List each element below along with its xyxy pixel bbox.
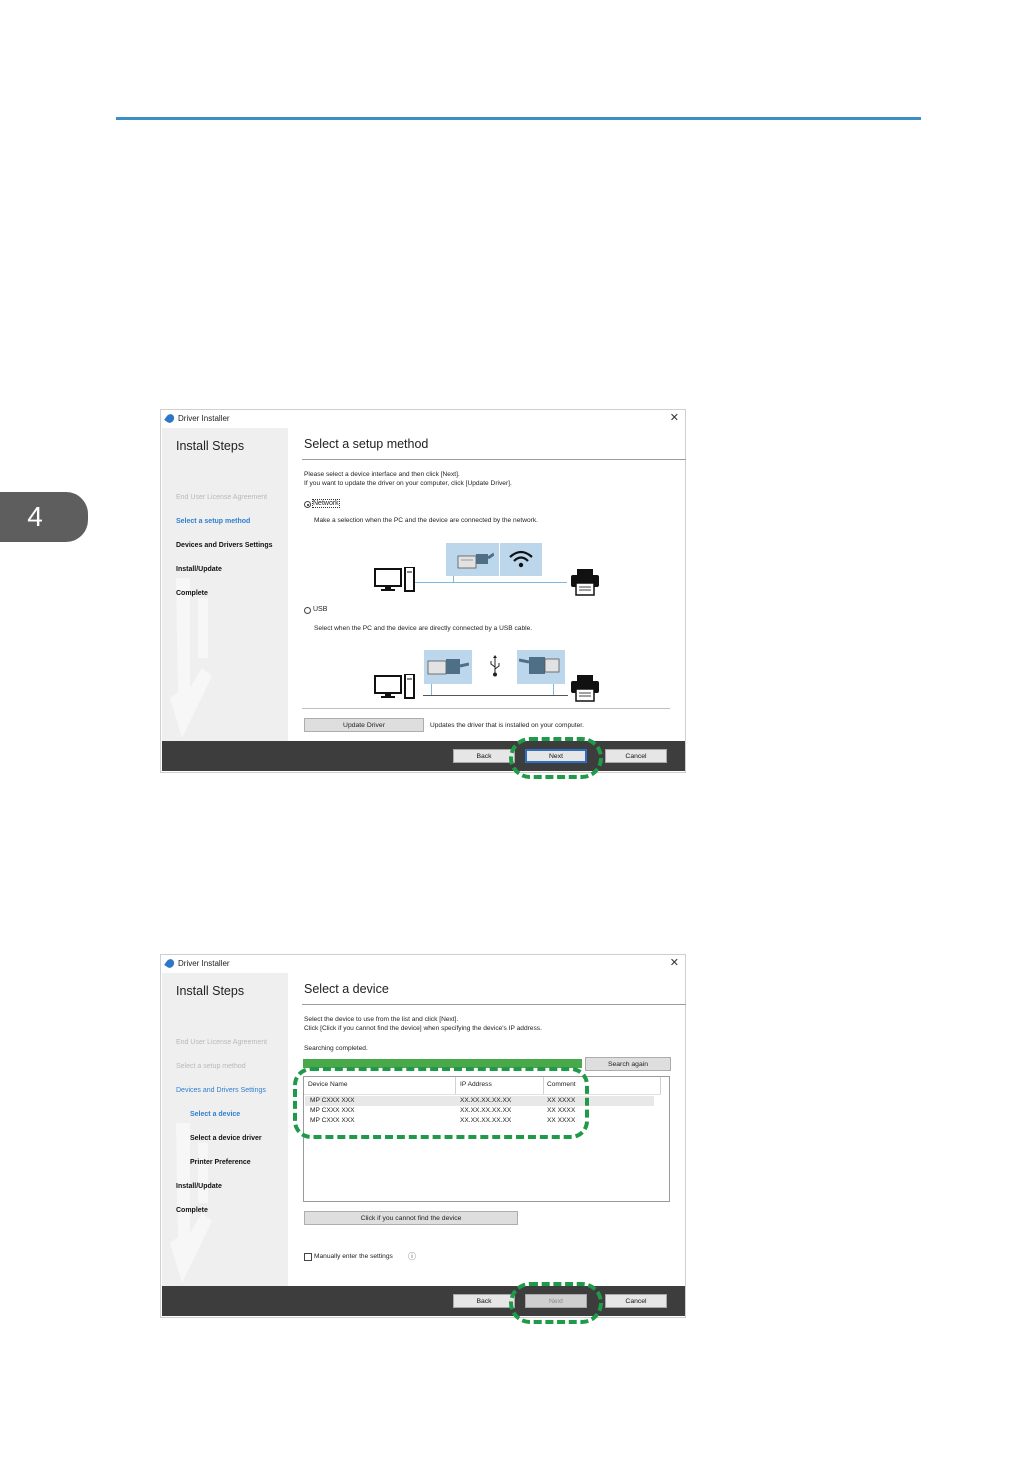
close-icon[interactable]: ✕: [670, 956, 679, 969]
install-steps-sidebar: Install Steps End User License Agreement…: [162, 428, 288, 743]
step-license-agreement: End User License Agreement: [176, 494, 268, 501]
page-heading: Select a setup method: [304, 437, 429, 451]
comment-cell: XX XXXX: [547, 1117, 576, 1124]
instruction-line-1: Please select a device interface and the…: [304, 471, 460, 478]
table-row[interactable]: MP CXXX XXX XX.XX.XX.XX.XX XX XXXX: [305, 1106, 654, 1116]
network-radio[interactable]: [304, 501, 311, 508]
search-progress-bar: [303, 1059, 582, 1068]
page-header-rule: [116, 117, 921, 120]
network-wire: [414, 582, 567, 583]
info-icon[interactable]: ⓘ: [408, 1251, 416, 1262]
step-install-update: Install/Update: [176, 1183, 222, 1190]
table-row[interactable]: MP CXXX XXX XX.XX.XX.XX.XX XX XXXX: [305, 1116, 654, 1126]
step-select-device: Select a device: [190, 1111, 241, 1118]
usb-b-plug-icon: [519, 657, 560, 674]
back-button[interactable]: Back: [453, 1294, 515, 1308]
table-row[interactable]: MP CXXX XXX XX.XX.XX.XX.XX XX XXXX: [305, 1096, 654, 1106]
chapter-tab: 4: [0, 492, 88, 542]
instruction-line-1: Select the device to use from the list a…: [304, 1016, 459, 1023]
page-heading: Select a device: [304, 982, 389, 996]
usb-description: Select when the PC and the device are di…: [314, 625, 533, 632]
step-select-device-driver: Select a device driver: [190, 1135, 262, 1142]
wizard-footer: Back Next Cancel: [162, 1286, 685, 1316]
usb-radio[interactable]: [304, 607, 311, 614]
driver-installer-window-select-device: Driver Installer ✕ Install Steps End Use…: [160, 954, 686, 1318]
step-printer-preference: Printer Preference: [190, 1159, 251, 1166]
sidebar-decoration-icon: [170, 578, 212, 738]
network-description: Make a selection when the PC and the dev…: [314, 517, 538, 524]
cannot-find-device-button[interactable]: Click if you cannot find the device: [304, 1211, 518, 1225]
driver-installer-icon: [164, 412, 176, 425]
update-driver-button[interactable]: Update Driver: [304, 718, 424, 732]
comment-cell: XX XXXX: [547, 1097, 576, 1104]
callout-pointer: [453, 576, 454, 582]
ip-address-cell: XX.XX.XX.XX.XX: [460, 1117, 512, 1124]
search-status: Searching completed.: [304, 1045, 368, 1052]
step-devices-drivers-settings: Devices and Drivers Settings: [176, 542, 273, 549]
wizard-footer: Back Next Cancel: [162, 741, 685, 771]
column-header-comment[interactable]: Comment: [547, 1081, 576, 1088]
usb-radio-label[interactable]: USB: [313, 606, 327, 613]
usb-a-pointer: [431, 684, 432, 695]
title-bar: Driver Installer ✕: [161, 410, 685, 428]
printer-icon-usb: [571, 675, 599, 702]
driver-installer-window-setup-method: Driver Installer ✕ Install Steps End Use…: [160, 409, 686, 773]
sidebar-title: Install Steps: [176, 984, 245, 998]
manual-settings-checkbox[interactable]: [304, 1253, 312, 1261]
lower-divider: [302, 708, 670, 709]
column-separator: [660, 1077, 661, 1094]
window-title: Driver Installer: [178, 414, 230, 423]
column-separator: [455, 1077, 456, 1094]
sidebar-title: Install Steps: [176, 439, 245, 453]
heading-divider: [302, 1004, 686, 1005]
ip-address-cell: XX.XX.XX.XX.XX: [460, 1107, 512, 1114]
device-list[interactable]: Device Name IP Address Comment MP CXXX X…: [303, 1076, 670, 1202]
next-button[interactable]: Next: [525, 749, 587, 763]
ip-address-cell: XX.XX.XX.XX.XX: [460, 1097, 512, 1104]
device-name-cell: MP CXXX XXX: [310, 1107, 355, 1114]
search-again-button[interactable]: Search again: [585, 1057, 671, 1071]
usb-symbol-icon: [490, 655, 500, 677]
step-license-agreement: End User License Agreement: [176, 1039, 268, 1046]
step-complete: Complete: [176, 590, 208, 597]
install-steps-sidebar: Install Steps End User License Agreement…: [162, 973, 288, 1288]
step-select-setup-method: Select a setup method: [176, 1063, 246, 1070]
manual-settings-label[interactable]: Manually enter the settings: [314, 1253, 393, 1260]
usb-cable: [423, 695, 568, 696]
step-complete: Complete: [176, 1207, 208, 1214]
back-button[interactable]: Back: [453, 749, 515, 763]
sidebar-decoration-icon: [170, 1123, 212, 1283]
column-header-ip-address[interactable]: IP Address: [460, 1081, 492, 1088]
chapter-number: 4: [27, 501, 43, 532]
cancel-button[interactable]: Cancel: [605, 749, 667, 763]
network-radio-label[interactable]: Network: [312, 499, 340, 508]
computer-icon-usb: [374, 674, 415, 699]
device-name-cell: MP CXXX XXX: [310, 1117, 355, 1124]
driver-installer-icon: [164, 957, 176, 970]
usb-b-pointer: [553, 684, 554, 695]
title-bar: Driver Installer ✕: [161, 955, 685, 973]
next-button[interactable]: Next: [525, 1294, 587, 1308]
printer-icon: [571, 569, 599, 596]
step-install-update: Install/Update: [176, 566, 222, 573]
step-select-setup-method: Select a setup method: [176, 518, 251, 525]
callout-separator: [499, 543, 500, 576]
update-driver-description: Updates the driver that is installed on …: [430, 722, 584, 729]
usb-a-plug-icon: [427, 659, 469, 675]
cancel-button[interactable]: Cancel: [605, 1294, 667, 1308]
close-icon[interactable]: ✕: [670, 411, 679, 424]
comment-cell: XX XXXX: [547, 1107, 576, 1114]
computer-icon: [374, 567, 415, 592]
heading-divider: [302, 459, 686, 460]
instruction-line-2: If you want to update the driver on your…: [304, 479, 512, 487]
instruction-line-2: Click [Click if you cannot find the devi…: [304, 1024, 542, 1032]
column-header-device-name[interactable]: Device Name: [308, 1081, 348, 1088]
device-name-cell: MP CXXX XXX: [310, 1097, 355, 1104]
window-title: Driver Installer: [178, 959, 230, 968]
header-divider: [304, 1094, 661, 1095]
wifi-icon: [509, 550, 533, 568]
column-separator: [543, 1077, 544, 1094]
lan-cable-icon: [457, 552, 494, 569]
step-devices-drivers-settings: Devices and Drivers Settings: [176, 1087, 266, 1094]
